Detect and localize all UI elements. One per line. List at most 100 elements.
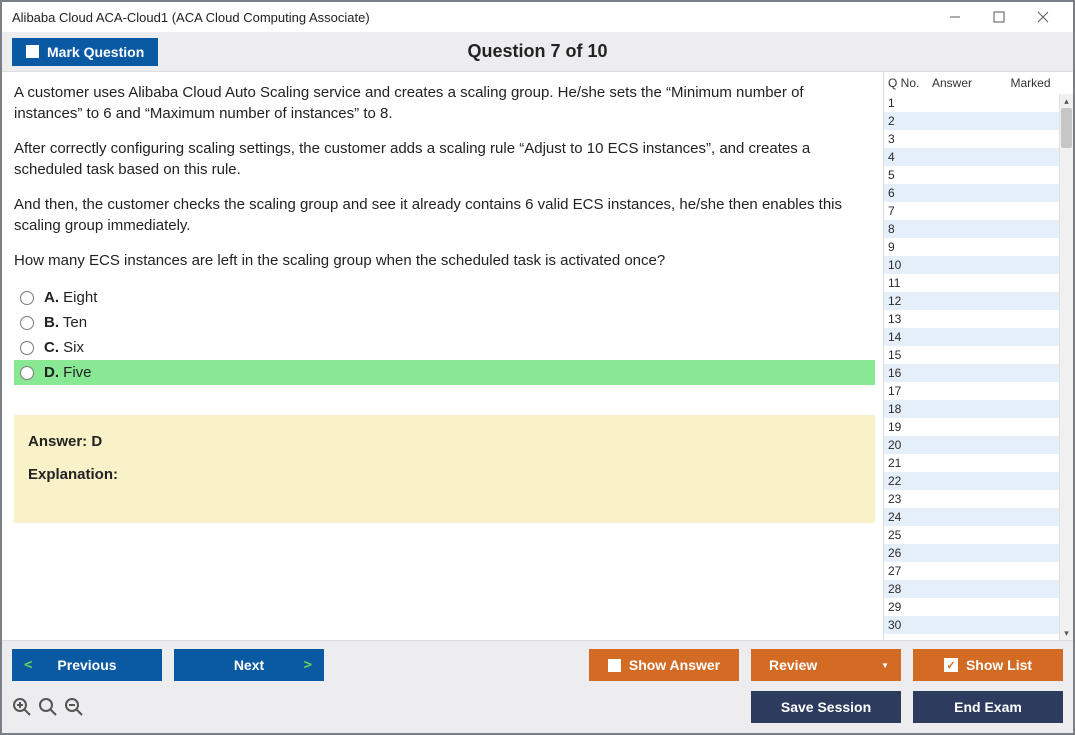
- question-list-row[interactable]: 4: [884, 148, 1059, 166]
- row-qno: 24: [884, 510, 918, 524]
- option-row[interactable]: B. Ten: [14, 310, 875, 335]
- question-counter: Question 7 of 10: [467, 41, 607, 62]
- end-exam-button[interactable]: End Exam: [913, 691, 1063, 723]
- question-list-row[interactable]: 1: [884, 94, 1059, 112]
- question-list-row[interactable]: 19: [884, 418, 1059, 436]
- question-list-row[interactable]: 27: [884, 562, 1059, 580]
- row-qno: 3: [884, 132, 918, 146]
- zoom-in-icon[interactable]: [12, 697, 32, 717]
- row-qno: 13: [884, 312, 918, 326]
- question-list-row[interactable]: 18: [884, 400, 1059, 418]
- checked-box-icon: ✓: [944, 658, 958, 672]
- question-list-row[interactable]: 9: [884, 238, 1059, 256]
- row-qno: 12: [884, 294, 918, 308]
- next-button[interactable]: Next >: [174, 649, 324, 681]
- previous-button[interactable]: < Previous: [12, 649, 162, 681]
- option-label: B. Ten: [44, 314, 87, 331]
- show-list-label: Show List: [966, 657, 1032, 673]
- question-list-row[interactable]: 17: [884, 382, 1059, 400]
- explanation-label: Explanation:: [28, 466, 861, 483]
- option-row[interactable]: C. Six: [14, 335, 875, 360]
- review-button[interactable]: Review ▼: [751, 649, 901, 681]
- row-qno: 7: [884, 204, 918, 218]
- row-qno: 17: [884, 384, 918, 398]
- question-list-row[interactable]: 3: [884, 130, 1059, 148]
- window-minimize-button[interactable]: [933, 2, 977, 32]
- question-list-row[interactable]: 13: [884, 310, 1059, 328]
- window-close-button[interactable]: [1021, 2, 1065, 32]
- question-list-row[interactable]: 26: [884, 544, 1059, 562]
- question-list-row[interactable]: 25: [884, 526, 1059, 544]
- radio-icon[interactable]: [20, 341, 34, 355]
- row-qno: 5: [884, 168, 918, 182]
- zoom-reset-icon[interactable]: [38, 697, 58, 717]
- question-list-row[interactable]: 2: [884, 112, 1059, 130]
- row-qno: 14: [884, 330, 918, 344]
- radio-icon[interactable]: [20, 366, 34, 380]
- question-list-row[interactable]: 12: [884, 292, 1059, 310]
- question-list-row[interactable]: 30: [884, 616, 1059, 634]
- chevron-left-icon: <: [24, 657, 32, 673]
- row-qno: 28: [884, 582, 918, 596]
- save-session-button[interactable]: Save Session: [751, 691, 901, 723]
- option-row[interactable]: A. Eight: [14, 285, 875, 310]
- question-list-row[interactable]: 8: [884, 220, 1059, 238]
- question-list-row[interactable]: 5: [884, 166, 1059, 184]
- question-list-row[interactable]: 20: [884, 436, 1059, 454]
- save-session-label: Save Session: [781, 699, 871, 715]
- question-list-row[interactable]: 23: [884, 490, 1059, 508]
- zoom-out-icon[interactable]: [64, 697, 84, 717]
- row-qno: 23: [884, 492, 918, 506]
- question-list-row[interactable]: 7: [884, 202, 1059, 220]
- question-list-row[interactable]: 14: [884, 328, 1059, 346]
- question-list-row[interactable]: 16: [884, 364, 1059, 382]
- square-icon: [608, 659, 621, 672]
- row-qno: 1: [884, 96, 918, 110]
- scroll-thumb[interactable]: [1061, 108, 1072, 148]
- question-list-row[interactable]: 24: [884, 508, 1059, 526]
- row-qno: 8: [884, 222, 918, 236]
- question-list-header: Q No. Answer Marked: [884, 72, 1073, 94]
- chevron-right-icon: >: [304, 657, 312, 673]
- radio-icon[interactable]: [20, 316, 34, 330]
- previous-label: Previous: [57, 657, 116, 673]
- title-bar: Alibaba Cloud ACA-Cloud1 (ACA Cloud Comp…: [2, 2, 1073, 32]
- scroll-down-icon[interactable]: ▾: [1060, 626, 1074, 640]
- row-qno: 10: [884, 258, 918, 272]
- row-qno: 4: [884, 150, 918, 164]
- question-list-row[interactable]: 29: [884, 598, 1059, 616]
- option-label: C. Six: [44, 339, 84, 356]
- question-list-row[interactable]: 15: [884, 346, 1059, 364]
- question-list-row[interactable]: 10: [884, 256, 1059, 274]
- mark-question-button[interactable]: Mark Question: [12, 38, 158, 66]
- header-qno: Q No.: [884, 74, 928, 92]
- question-list-row[interactable]: 11: [884, 274, 1059, 292]
- scroll-up-icon[interactable]: ▴: [1060, 94, 1074, 108]
- row-qno: 15: [884, 348, 918, 362]
- question-list-row[interactable]: 22: [884, 472, 1059, 490]
- row-qno: 27: [884, 564, 918, 578]
- show-answer-button[interactable]: Show Answer: [589, 649, 739, 681]
- question-list-row[interactable]: 28: [884, 580, 1059, 598]
- scrollbar[interactable]: ▴ ▾: [1059, 94, 1073, 640]
- window-title: Alibaba Cloud ACA-Cloud1 (ACA Cloud Comp…: [12, 10, 370, 25]
- row-qno: 26: [884, 546, 918, 560]
- chevron-down-icon: ▼: [881, 661, 889, 670]
- row-qno: 6: [884, 186, 918, 200]
- review-label: Review: [769, 657, 817, 673]
- scroll-track[interactable]: [1060, 108, 1073, 626]
- row-qno: 2: [884, 114, 918, 128]
- option-label: D. Five: [44, 364, 92, 381]
- show-list-button[interactable]: ✓ Show List: [913, 649, 1063, 681]
- option-label: A. Eight: [44, 289, 97, 306]
- options-list: A. Eight B. Ten C. Six D. Five: [14, 285, 875, 385]
- question-panel: A customer uses Alibaba Cloud Auto Scali…: [2, 72, 883, 640]
- row-qno: 11: [884, 276, 918, 290]
- window-maximize-button[interactable]: [977, 2, 1021, 32]
- question-paragraph: A customer uses Alibaba Cloud Auto Scali…: [14, 82, 875, 124]
- question-list-row[interactable]: 21: [884, 454, 1059, 472]
- row-qno: 29: [884, 600, 918, 614]
- option-row[interactable]: D. Five: [14, 360, 875, 385]
- question-list-row[interactable]: 6: [884, 184, 1059, 202]
- radio-icon[interactable]: [20, 291, 34, 305]
